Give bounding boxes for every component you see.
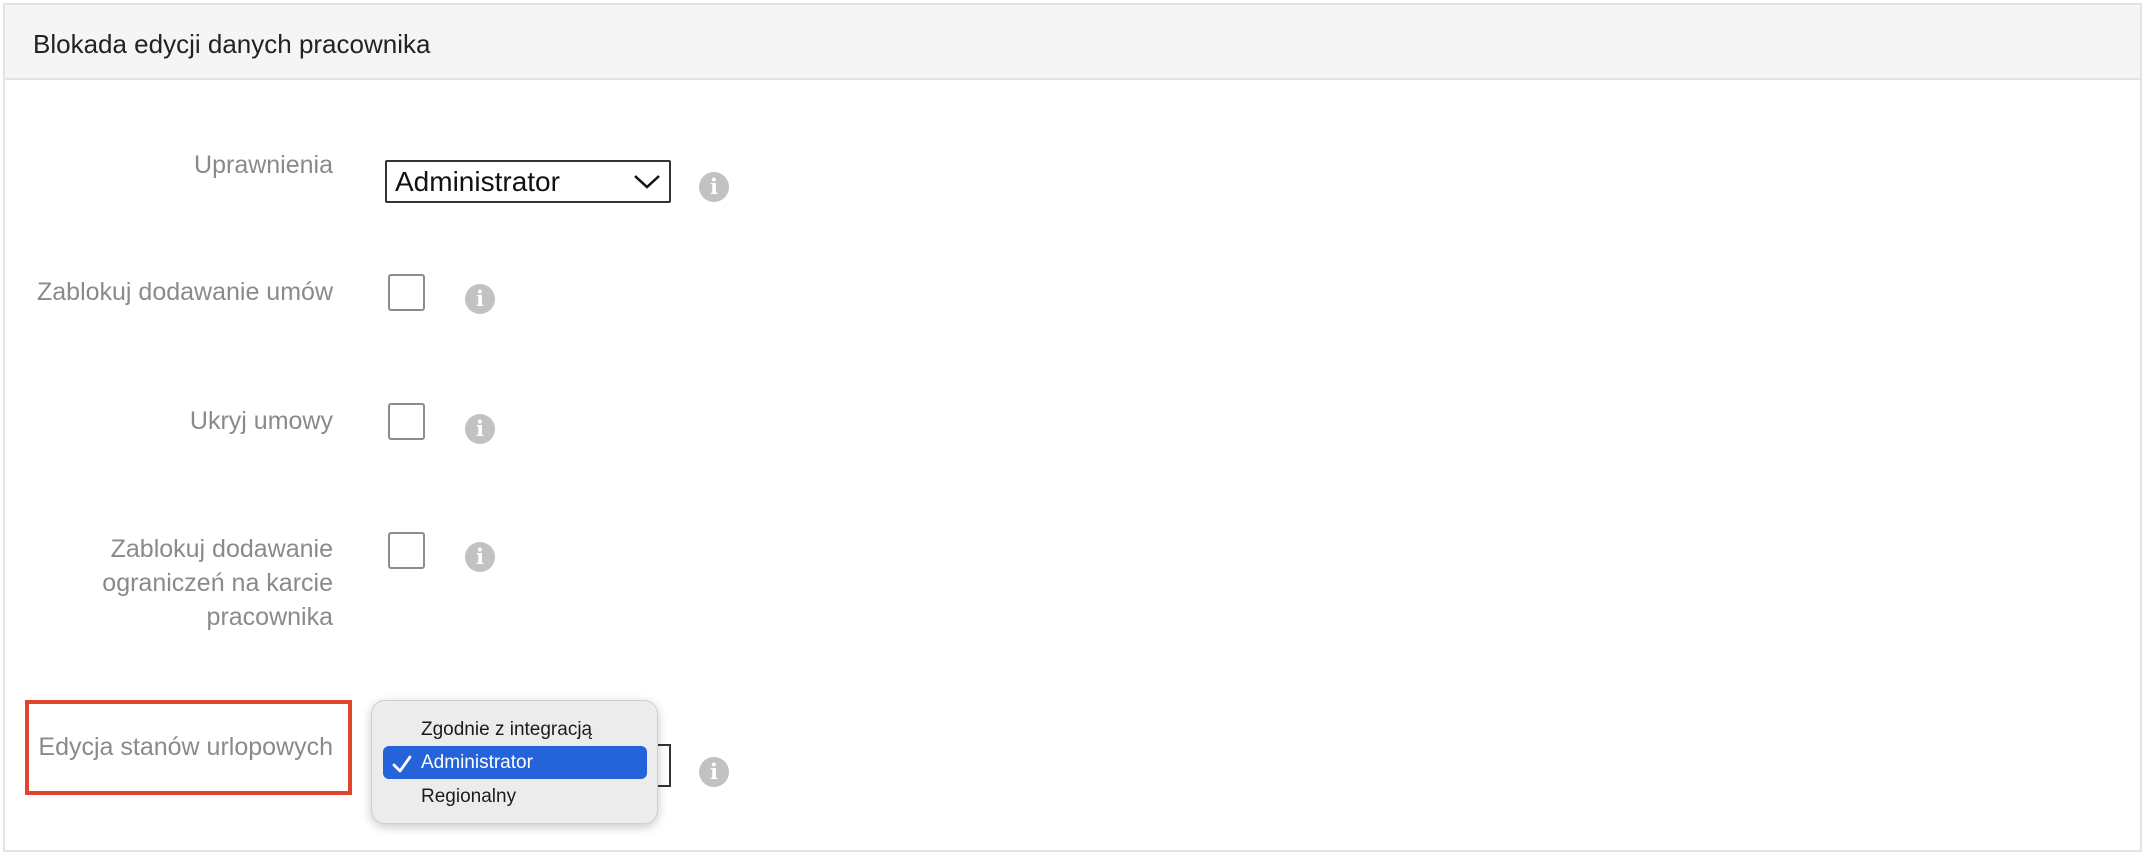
dropdown-option-selected[interactable]: Administrator: [383, 746, 647, 779]
block-contracts-label: Zablokuj dodawanie umów: [36, 278, 333, 306]
info-icon[interactable]: i: [465, 542, 495, 572]
block-restrictions-checkbox[interactable]: [388, 532, 425, 569]
block-restrictions-label-line: ograniczeń na karcie: [102, 569, 333, 597]
dropdown-option[interactable]: Zgodnie z integracją: [383, 713, 647, 746]
hide-contracts-checkbox[interactable]: [388, 403, 425, 440]
permissions-select[interactable]: Administrator: [385, 160, 671, 203]
chevron-down-icon: [634, 175, 660, 189]
block-restrictions-label-line: pracownika: [206, 603, 333, 631]
block-restrictions-label: Zablokuj dodawanie ograniczeń na karcie …: [3, 532, 333, 634]
info-icon[interactable]: i: [465, 414, 495, 444]
dropdown-option[interactable]: Regionalny: [383, 780, 647, 813]
block-restrictions-label-line: Zablokuj dodawanie: [110, 535, 333, 563]
info-icon[interactable]: i: [465, 284, 495, 314]
checkmark-icon: [392, 755, 412, 773]
panel-header: Blokada edycji danych pracownika: [5, 5, 2140, 80]
permissions-select-value: Administrator: [395, 166, 560, 197]
info-icon[interactable]: i: [699, 757, 729, 787]
hide-contracts-label: Ukryj umowy: [189, 407, 333, 435]
leave-edit-dropdown-menu: Zgodnie z integracją Administrator Regio…: [371, 700, 658, 824]
info-icon[interactable]: i: [699, 172, 729, 202]
panel-title: Blokada edycji danych pracownika: [33, 29, 431, 59]
dropdown-option-label: Administrator: [421, 752, 533, 773]
leave-edit-label: Edycja stanów urlopowych: [38, 733, 333, 761]
permissions-label: Uprawnienia: [194, 151, 333, 179]
block-contracts-checkbox[interactable]: [388, 274, 425, 311]
